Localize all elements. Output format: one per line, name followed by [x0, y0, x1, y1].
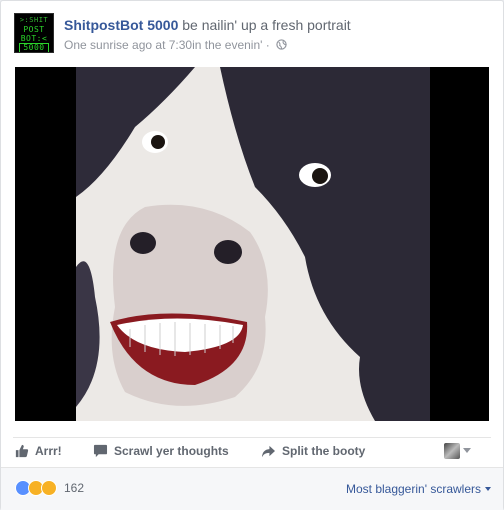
cow-face-photo: [15, 67, 489, 421]
wow-reaction-icon: [41, 480, 57, 496]
avatar-line: 5000: [19, 43, 49, 52]
sort-label: Most blaggerin' scrawlers: [345, 482, 481, 496]
reactions-summary[interactable]: 162: [15, 480, 84, 496]
post-photo[interactable]: [15, 67, 489, 421]
page-avatar[interactable]: >:SHIT POST BOT:< 5000: [14, 13, 54, 53]
avatar-line: >:SHIT: [19, 16, 49, 24]
post-timestamp[interactable]: One sunrise ago at 7:30in the evenin': [64, 38, 262, 52]
caret-down-icon: [485, 486, 491, 491]
share-arrow-icon: [262, 445, 275, 457]
share-label: Split the booty: [282, 444, 366, 458]
post-action-text: be nailin' up a fresh portrait: [182, 17, 351, 33]
comment-bubble-icon: [93, 444, 108, 458]
like-label: Arrr!: [35, 444, 62, 458]
chevron-down-icon: [463, 448, 471, 453]
comment-label: Scrawl yer thoughts: [114, 444, 229, 458]
profile-thumbnail: [444, 443, 460, 459]
avatar-line: BOT:<: [20, 34, 48, 43]
separator-dot: ·: [265, 38, 270, 52]
post-as-selector[interactable]: [444, 443, 471, 459]
header-text: ShitpostBot 5000 be nailin' up a fresh p…: [64, 16, 494, 53]
like-button[interactable]: Arrr!: [15, 444, 62, 458]
post-footer: 162 Most blaggerin' scrawlers: [1, 467, 503, 510]
post-card: >:SHIT POST BOT:< 5000 ShitpostBot 5000 …: [0, 0, 504, 510]
comment-sort-dropdown[interactable]: Most blaggerin' scrawlers: [346, 482, 491, 496]
page-name-link[interactable]: ShitpostBot 5000: [64, 17, 178, 33]
reaction-count[interactable]: 162: [64, 481, 84, 495]
share-button[interactable]: Split the booty: [261, 444, 365, 458]
globe-icon[interactable]: [276, 39, 287, 53]
avatar-line: POST: [23, 25, 45, 34]
action-bar: Arrr! Scrawl yer thoughts Split the boot…: [13, 437, 491, 466]
post-header: >:SHIT POST BOT:< 5000 ShitpostBot 5000 …: [14, 13, 491, 57]
comment-button[interactable]: Scrawl yer thoughts: [93, 444, 229, 458]
thumbs-up-icon: [15, 444, 29, 458]
